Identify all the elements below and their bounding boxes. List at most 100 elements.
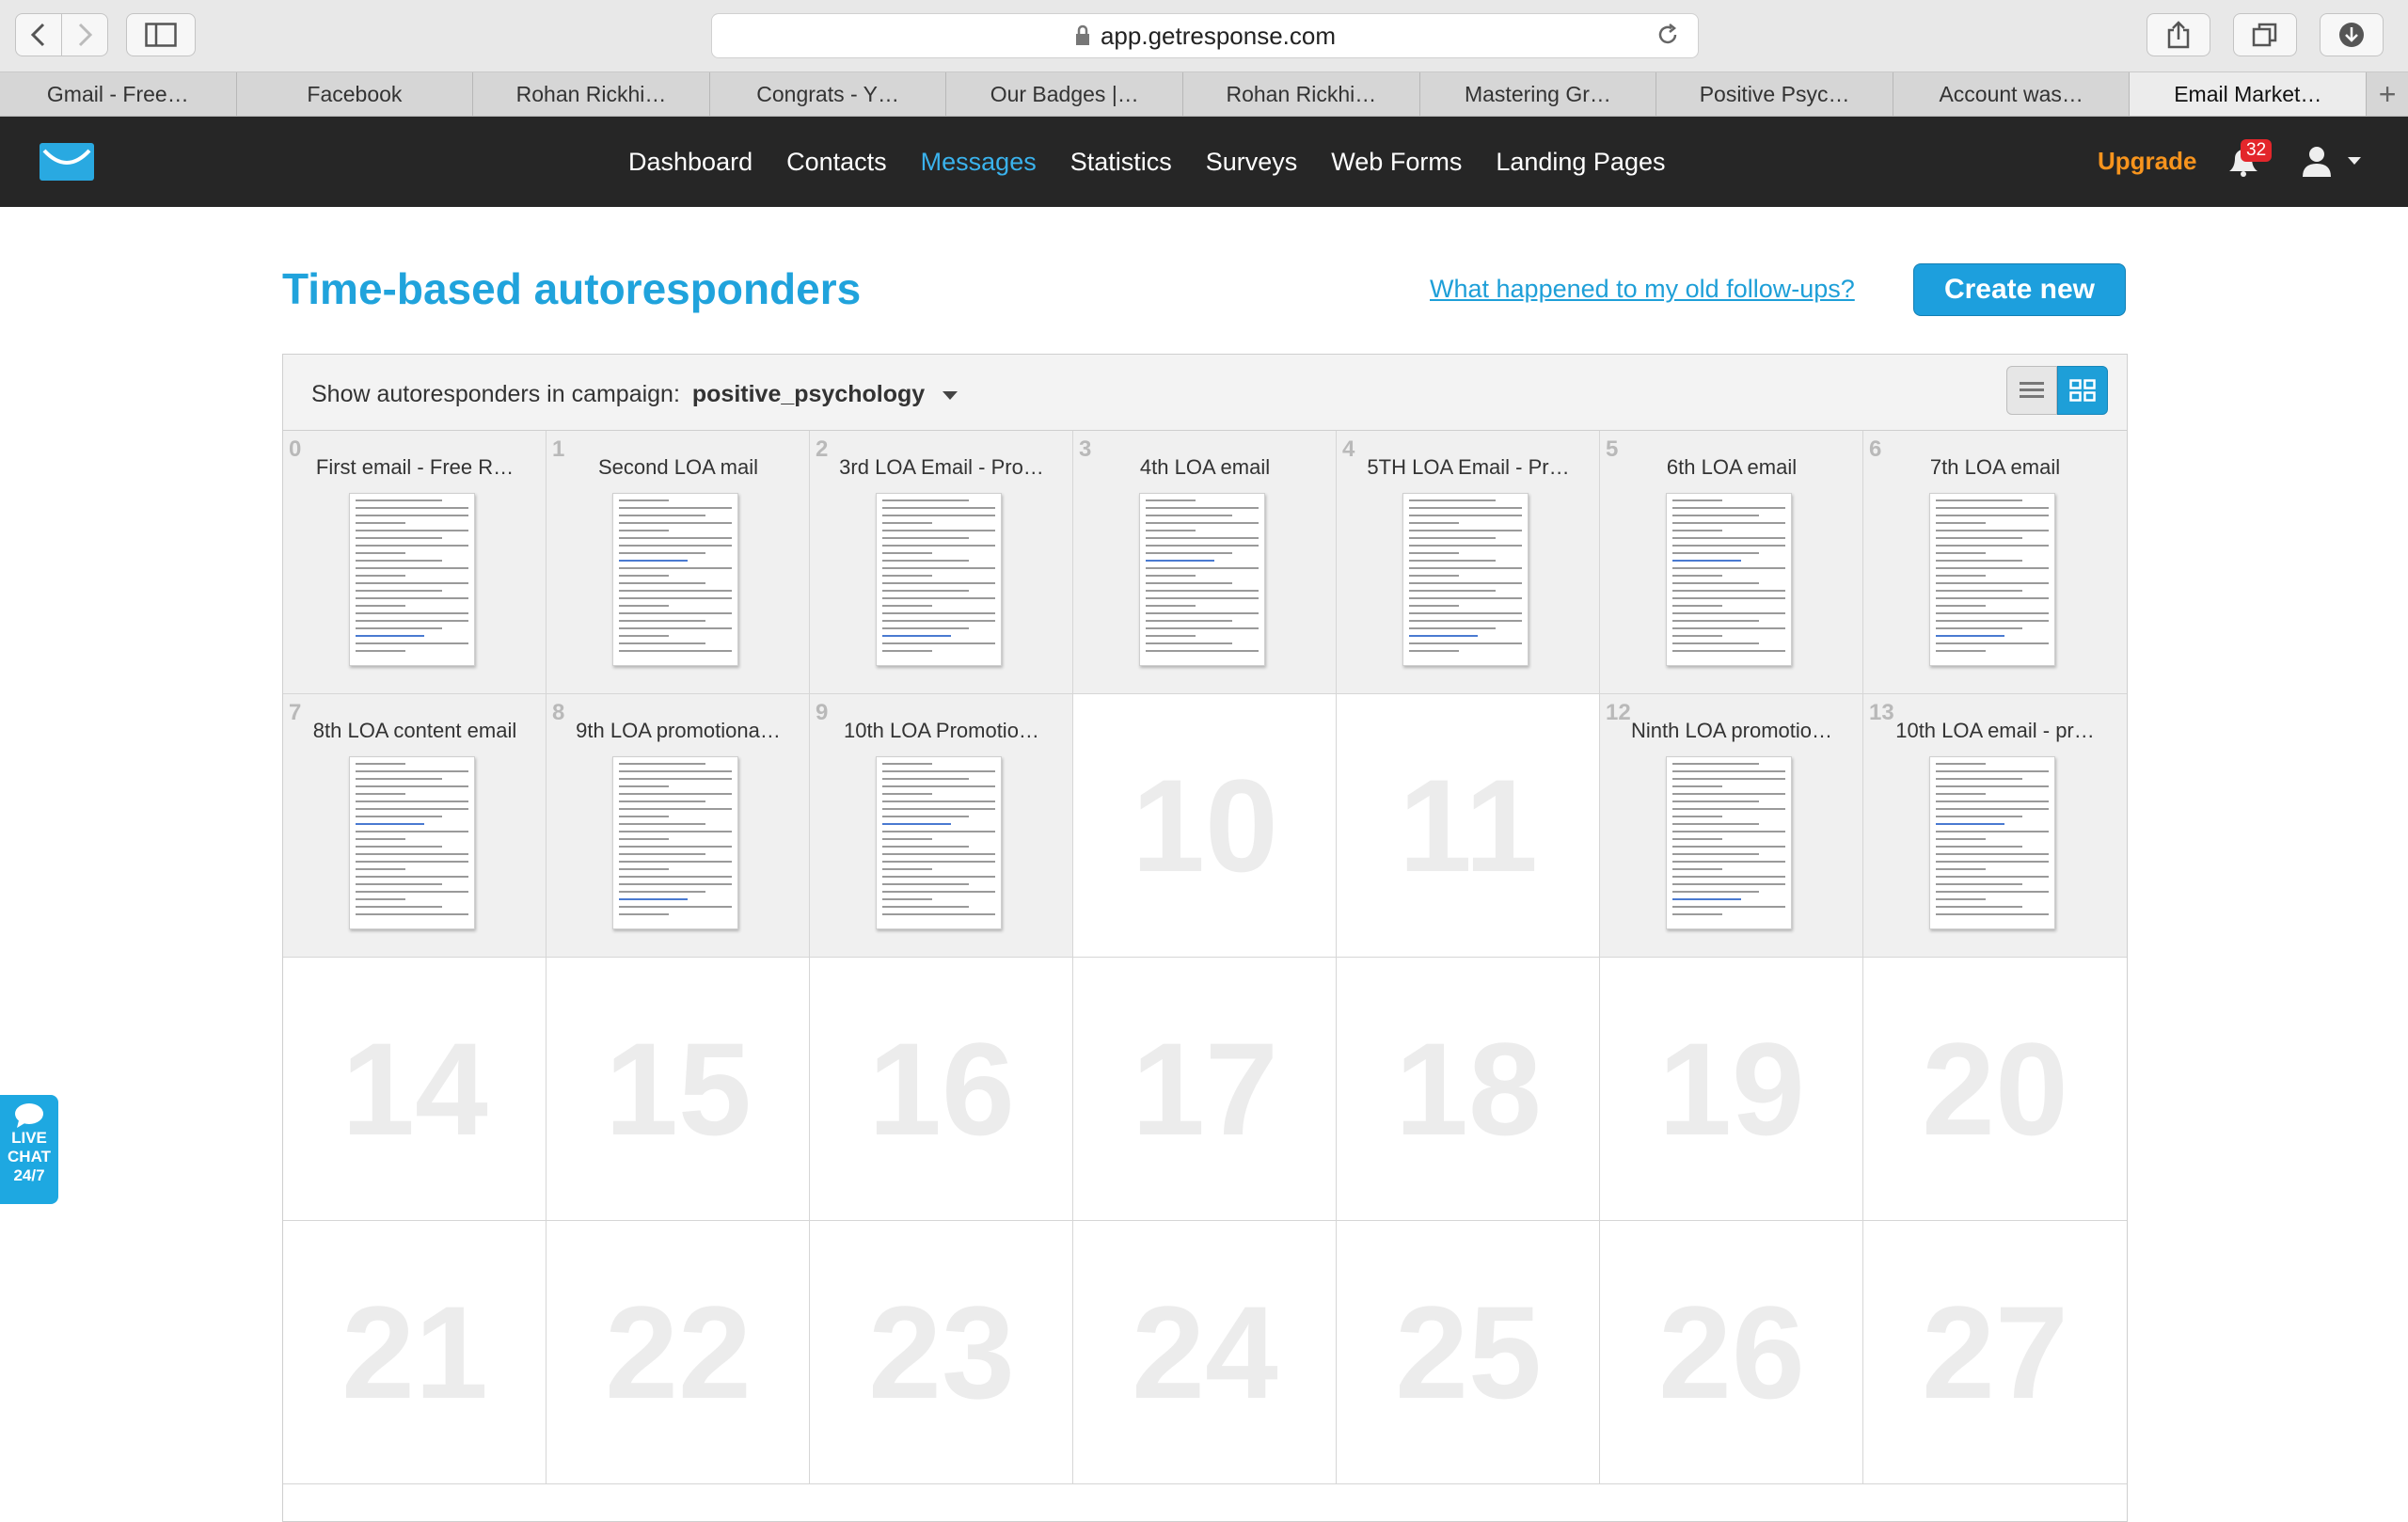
message-title[interactable]: 6th LOA email: [1619, 455, 1845, 480]
browser-tab[interactable]: Positive Psyc…: [1656, 72, 1893, 116]
live-chat-button[interactable]: LIVE CHAT 24/7: [0, 1095, 58, 1204]
share-button[interactable]: [2147, 13, 2210, 56]
calendar-day-message[interactable]: 13 10th LOA email - pr…: [1863, 694, 2127, 958]
upgrade-link[interactable]: Upgrade: [2098, 147, 2196, 176]
calendar-day-empty[interactable]: 19: [1600, 958, 1863, 1221]
message-thumbnail[interactable]: [1929, 756, 2055, 929]
message-title[interactable]: 9th LOA promotiona…: [565, 719, 791, 743]
message-title[interactable]: 8th LOA content email: [302, 719, 528, 743]
thumbnail-text-line: [619, 590, 732, 592]
user-menu[interactable]: [2301, 145, 2363, 177]
nav-statistics[interactable]: Statistics: [1070, 148, 1172, 177]
thumbnail-text-line: [619, 778, 732, 780]
browser-tab-active[interactable]: Email Market…: [2130, 72, 2368, 116]
day-number-large: 25: [1395, 1278, 1542, 1426]
back-button[interactable]: [15, 13, 62, 56]
calendar-day-message[interactable]: 1 Second LOA mail: [547, 431, 810, 694]
nav-messages[interactable]: Messages: [921, 148, 1037, 177]
calendar-day-message[interactable]: 7 8th LOA content email: [283, 694, 547, 958]
day-number: 9: [816, 700, 829, 725]
message-thumbnail[interactable]: [1929, 493, 2055, 666]
forward-button[interactable]: [62, 13, 108, 56]
message-thumbnail[interactable]: [1666, 756, 1792, 929]
calendar-day-message[interactable]: 8 9th LOA promotiona…: [547, 694, 810, 958]
thumbnail-text-line: [619, 642, 706, 644]
day-number-large: 26: [1658, 1278, 1805, 1426]
logo-icon[interactable]: [40, 143, 94, 181]
calendar-day-message[interactable]: 6 7th LOA email: [1863, 431, 2127, 694]
calendar-day-message[interactable]: 4 5TH LOA Email - Pr…: [1337, 431, 1600, 694]
message-thumbnail[interactable]: [612, 756, 738, 929]
message-title[interactable]: Ninth LOA promotio…: [1619, 719, 1845, 743]
calendar-day-message[interactable]: 9 10th LOA Promotio…: [810, 694, 1073, 958]
browser-tab[interactable]: Rohan Rickhi…: [1183, 72, 1420, 116]
message-title[interactable]: 5TH LOA Email - Pr…: [1355, 455, 1581, 480]
calendar-day-message[interactable]: 12 Ninth LOA promotio…: [1600, 694, 1863, 958]
thumbnail-text-line: [1409, 627, 1497, 629]
calendar-day-empty[interactable]: 22: [547, 1221, 810, 1484]
message-thumbnail[interactable]: [876, 756, 1002, 929]
nav-landing-pages[interactable]: Landing Pages: [1496, 148, 1665, 177]
calendar-day-empty[interactable]: 16: [810, 958, 1073, 1221]
caret-down-icon[interactable]: [943, 390, 958, 400]
list-view-button[interactable]: [2006, 366, 2057, 415]
thumbnail-text-line: [1672, 891, 1760, 893]
message-thumbnail[interactable]: [1139, 493, 1265, 666]
message-thumbnail[interactable]: [349, 493, 475, 666]
calendar-day-empty[interactable]: 15: [547, 958, 810, 1221]
message-thumbnail[interactable]: [349, 756, 475, 929]
thumbnail-text-line: [619, 823, 706, 825]
calendar-day-empty[interactable]: 14: [283, 958, 547, 1221]
calendar-day-empty[interactable]: 17: [1073, 958, 1337, 1221]
browser-tab[interactable]: Facebook: [237, 72, 474, 116]
calendar-day-empty[interactable]: 18: [1337, 958, 1600, 1221]
nav-surveys[interactable]: Surveys: [1206, 148, 1298, 177]
calendar-day-message[interactable]: 3 4th LOA email: [1073, 431, 1337, 694]
calendar-day-empty[interactable]: 26: [1600, 1221, 1863, 1484]
old-follow-ups-link[interactable]: What happened to my old follow-ups?: [1430, 275, 1855, 304]
tabs-button[interactable]: [2233, 13, 2297, 56]
downloads-button[interactable]: [2320, 13, 2384, 56]
message-title[interactable]: 10th LOA email - pr…: [1882, 719, 2108, 743]
nav-contacts[interactable]: Contacts: [786, 148, 887, 177]
message-title[interactable]: 3rd LOA Email - Pro…: [829, 455, 1054, 480]
calendar-day-empty[interactable]: 24: [1073, 1221, 1337, 1484]
nav-web-forms[interactable]: Web Forms: [1331, 148, 1462, 177]
calendar-day-message[interactable]: 5 6th LOA email: [1600, 431, 1863, 694]
message-title[interactable]: 4th LOA email: [1092, 455, 1318, 480]
create-new-button[interactable]: Create new: [1913, 263, 2126, 316]
browser-tab[interactable]: Gmail - Free…: [0, 72, 237, 116]
calendar-day-empty[interactable]: 10: [1073, 694, 1337, 958]
message-title[interactable]: 10th LOA Promotio…: [829, 719, 1054, 743]
message-thumbnail[interactable]: [612, 493, 738, 666]
message-title[interactable]: First email - Free R…: [302, 455, 528, 480]
new-tab-button[interactable]: +: [2367, 72, 2408, 116]
browser-tab[interactable]: Rohan Rickhi…: [473, 72, 710, 116]
browser-tab[interactable]: Our Badges |…: [946, 72, 1184, 116]
calendar-day-empty[interactable]: 21: [283, 1221, 547, 1484]
calendar-day-empty[interactable]: 20: [1863, 958, 2127, 1221]
campaign-name[interactable]: positive_psychology: [692, 381, 925, 407]
message-thumbnail[interactable]: [876, 493, 1002, 666]
calendar-day-message[interactable]: 2 3rd LOA Email - Pro…: [810, 431, 1073, 694]
grid-view-button[interactable]: [2057, 366, 2108, 415]
app-header: Dashboard Contacts Messages Statistics S…: [0, 117, 2408, 207]
calendar-day-empty[interactable]: 25: [1337, 1221, 1600, 1484]
campaign-selector[interactable]: Show autoresponders in campaign: positiv…: [311, 381, 958, 408]
browser-tab[interactable]: Mastering Gr…: [1420, 72, 1657, 116]
message-title[interactable]: Second LOA mail: [565, 455, 791, 480]
browser-tab[interactable]: Congrats - Y…: [710, 72, 947, 116]
calendar-day-empty[interactable]: 27: [1863, 1221, 2127, 1484]
reload-icon[interactable]: [1655, 22, 1681, 48]
nav-dashboard[interactable]: Dashboard: [628, 148, 752, 177]
message-thumbnail[interactable]: [1666, 493, 1792, 666]
calendar-day-empty[interactable]: 23: [810, 1221, 1073, 1484]
browser-tab[interactable]: Account was…: [1893, 72, 2131, 116]
thumbnail-text-line: [882, 537, 970, 539]
calendar-day-message[interactable]: 0 First email - Free R…: [283, 431, 547, 694]
message-title[interactable]: 7th LOA email: [1882, 455, 2108, 480]
sidebar-toggle-button[interactable]: [126, 13, 196, 56]
message-thumbnail[interactable]: [1402, 493, 1529, 666]
address-bar[interactable]: app.getresponse.com: [711, 13, 1699, 58]
calendar-day-empty[interactable]: 11: [1337, 694, 1600, 958]
